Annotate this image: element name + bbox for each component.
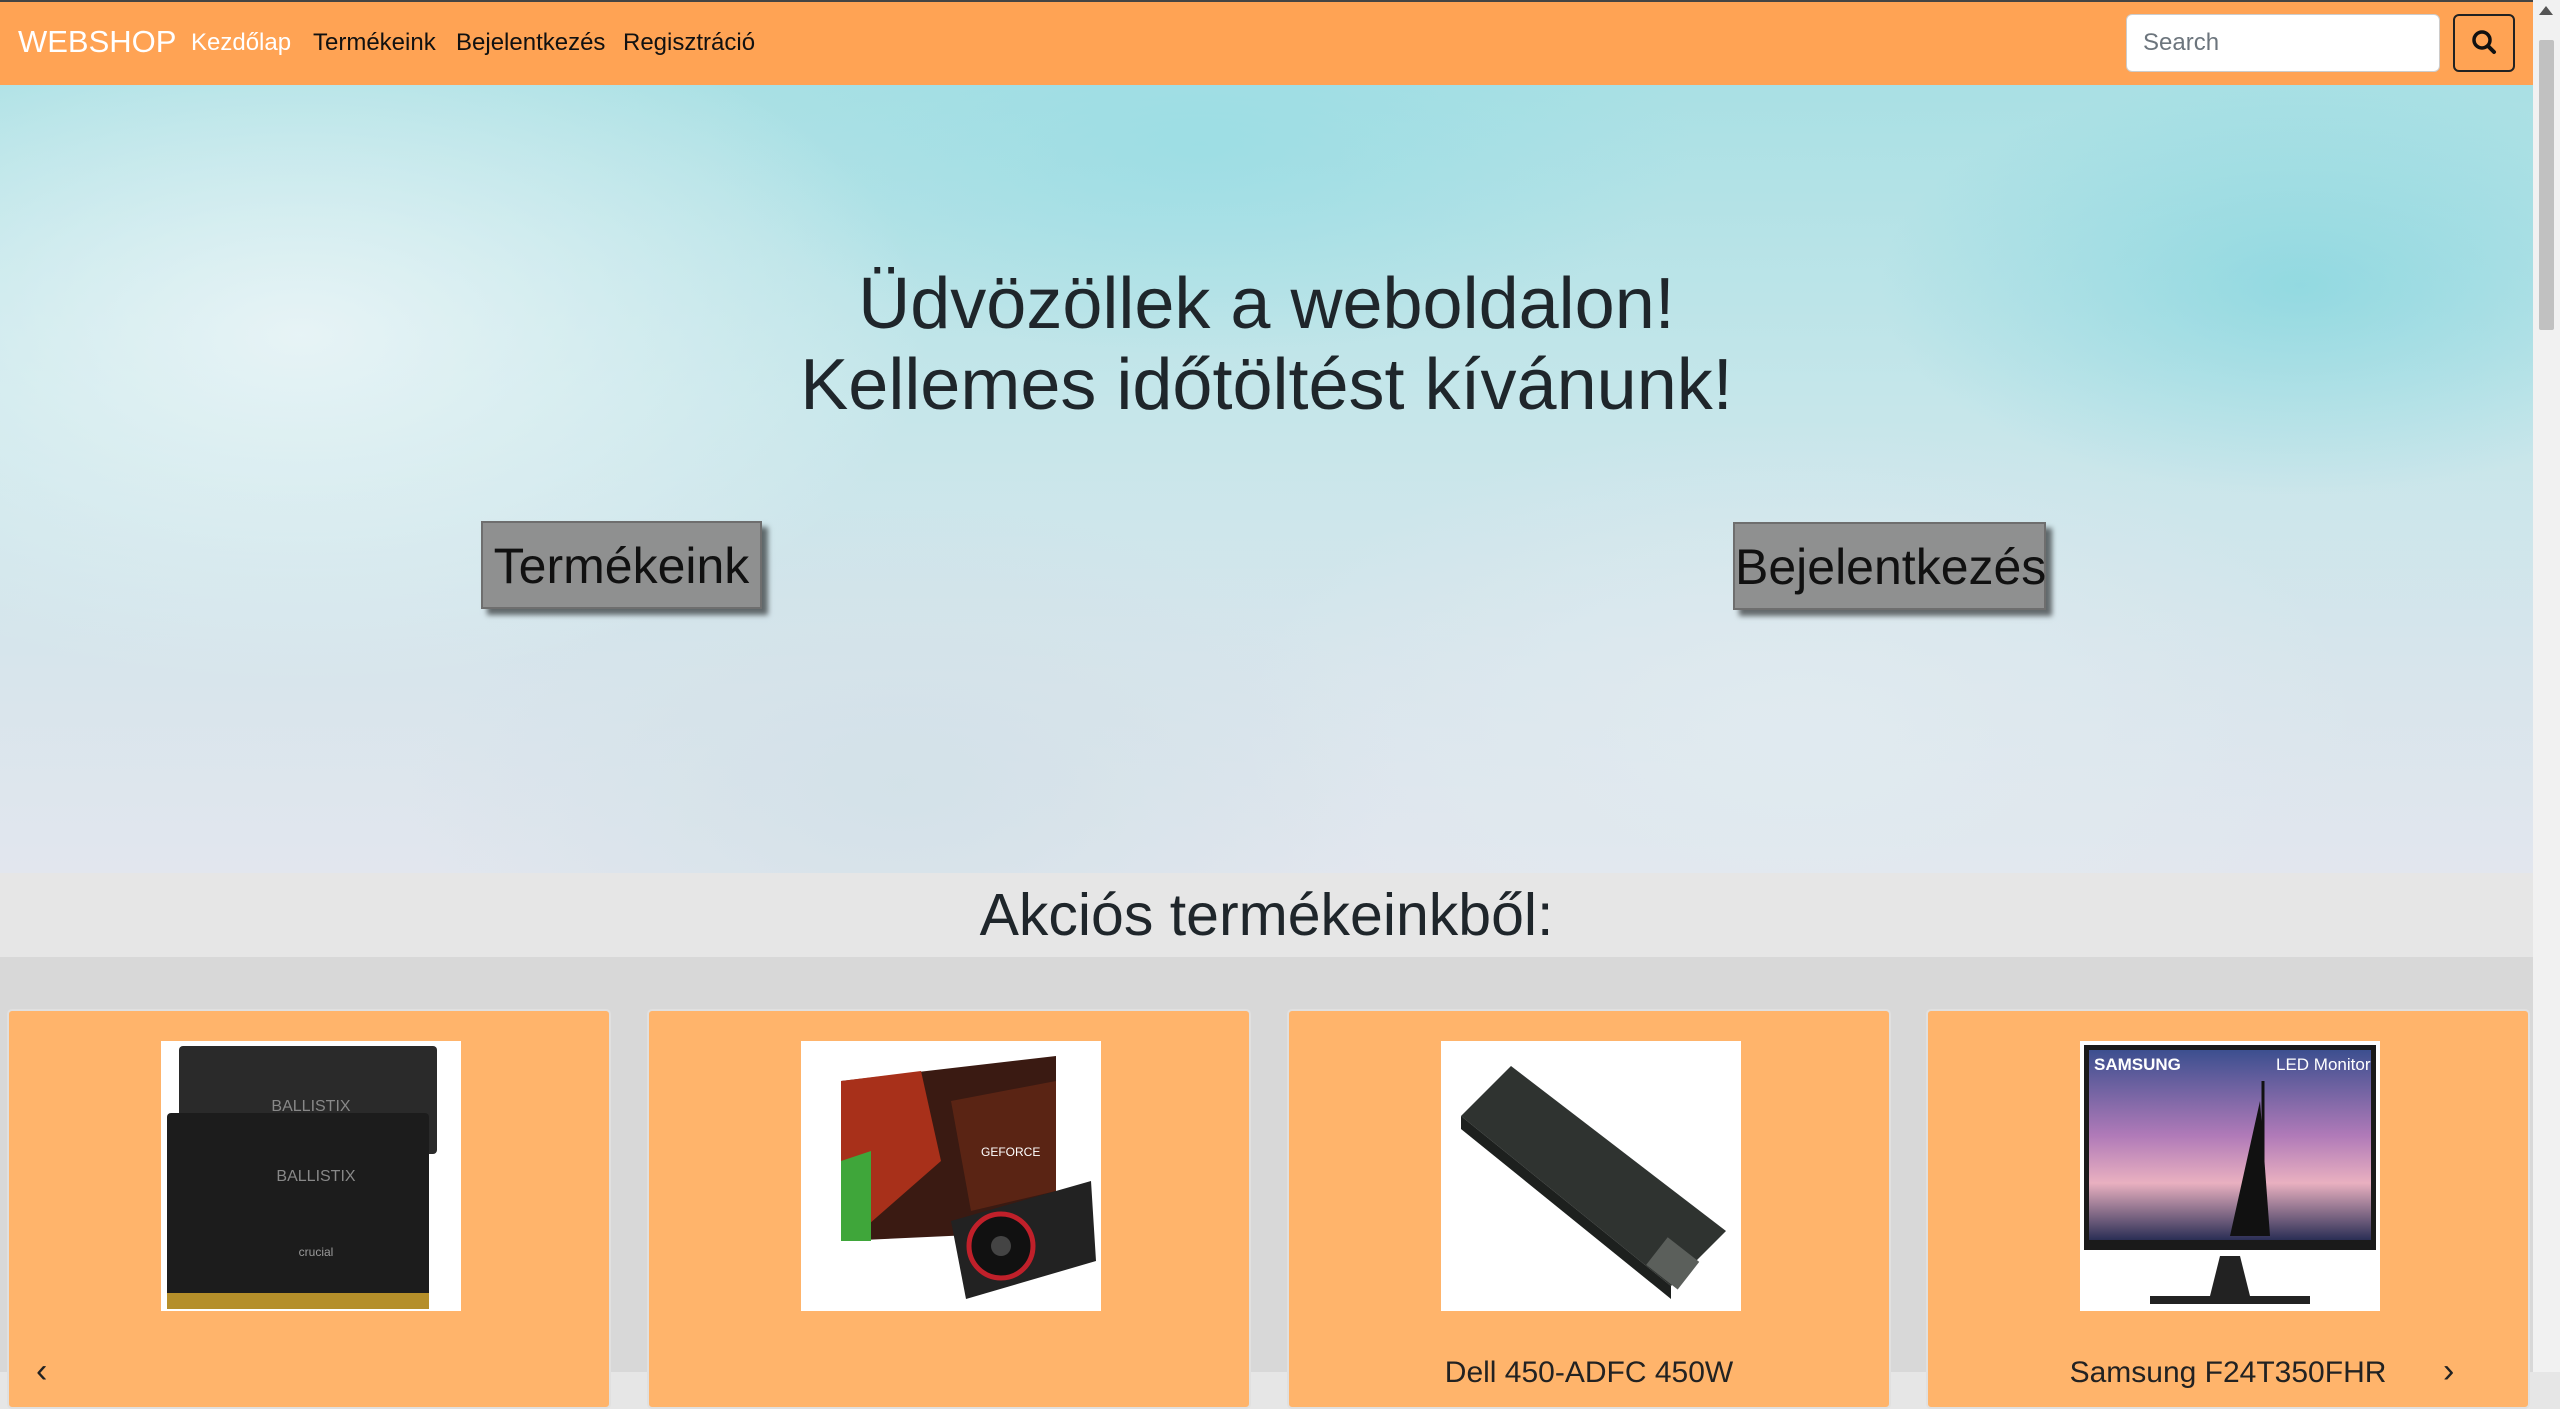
hero-login-button[interactable]: Bejelentkezés: [1733, 522, 2046, 610]
search-button[interactable]: [2453, 14, 2515, 72]
monitor-brand-text: SAMSUNG: [2094, 1055, 2181, 1074]
hero-wish-text: Kellemes időtöltést kívánunk!: [800, 345, 1733, 425]
product-card[interactable]: GEFORCE: [647, 1009, 1251, 1409]
product-image-ram[interactable]: BALLISTIX BALLISTIX crucial: [161, 1041, 461, 1311]
nav-link-login[interactable]: Bejelentkezés: [456, 29, 605, 57]
section-title: Akciós termékeinkből:: [0, 873, 2533, 957]
svg-text:crucial: crucial: [299, 1245, 334, 1259]
product-title: Samsung F24T350FHR: [2069, 1356, 2387, 1389]
nav-link-products[interactable]: Termékeink: [313, 29, 436, 57]
hero-banner: Üdvözöllek a weboldalon! Kellemes időtöl…: [0, 85, 2533, 873]
scroll-up-arrow-icon[interactable]: [2539, 6, 2553, 15]
hero-welcome-text: Üdvözöllek a weboldalon!: [858, 264, 1675, 344]
svg-text:GEFORCE: GEFORCE: [981, 1145, 1040, 1159]
product-image-monitor[interactable]: SAMSUNG LED Monitor: [2080, 1041, 2380, 1311]
page-scrollbar[interactable]: [2533, 0, 2560, 1372]
svg-text:BALLISTIX: BALLISTIX: [276, 1168, 355, 1185]
brand-logo[interactable]: WEBSHOP: [18, 24, 176, 60]
hero-products-button[interactable]: Termékeink: [481, 521, 762, 609]
product-title: Dell 450-ADFC 450W: [1444, 1356, 1734, 1389]
nav-link-register[interactable]: Regisztráció: [623, 29, 755, 57]
scroll-thumb[interactable]: [2539, 40, 2554, 330]
svg-text:BALLISTIX: BALLISTIX: [271, 1098, 350, 1115]
search-input[interactable]: [2126, 14, 2440, 72]
product-card[interactable]: SAMSUNG LED Monitor Samsung F24T350FHR: [1926, 1009, 2530, 1409]
product-image-psu[interactable]: [1441, 1041, 1741, 1311]
navbar: WEBSHOP Kezdőlap Termékeink Bejelentkezé…: [0, 0, 2533, 85]
search-icon: [2472, 30, 2496, 54]
nav-link-home[interactable]: Kezdőlap: [191, 29, 291, 57]
product-card[interactable]: BALLISTIX BALLISTIX crucial: [7, 1009, 611, 1409]
product-card[interactable]: Dell 450-ADFC 450W: [1287, 1009, 1891, 1409]
monitor-label-text: LED Monitor: [2276, 1055, 2371, 1074]
product-image-gpu[interactable]: GEFORCE: [801, 1041, 1101, 1311]
